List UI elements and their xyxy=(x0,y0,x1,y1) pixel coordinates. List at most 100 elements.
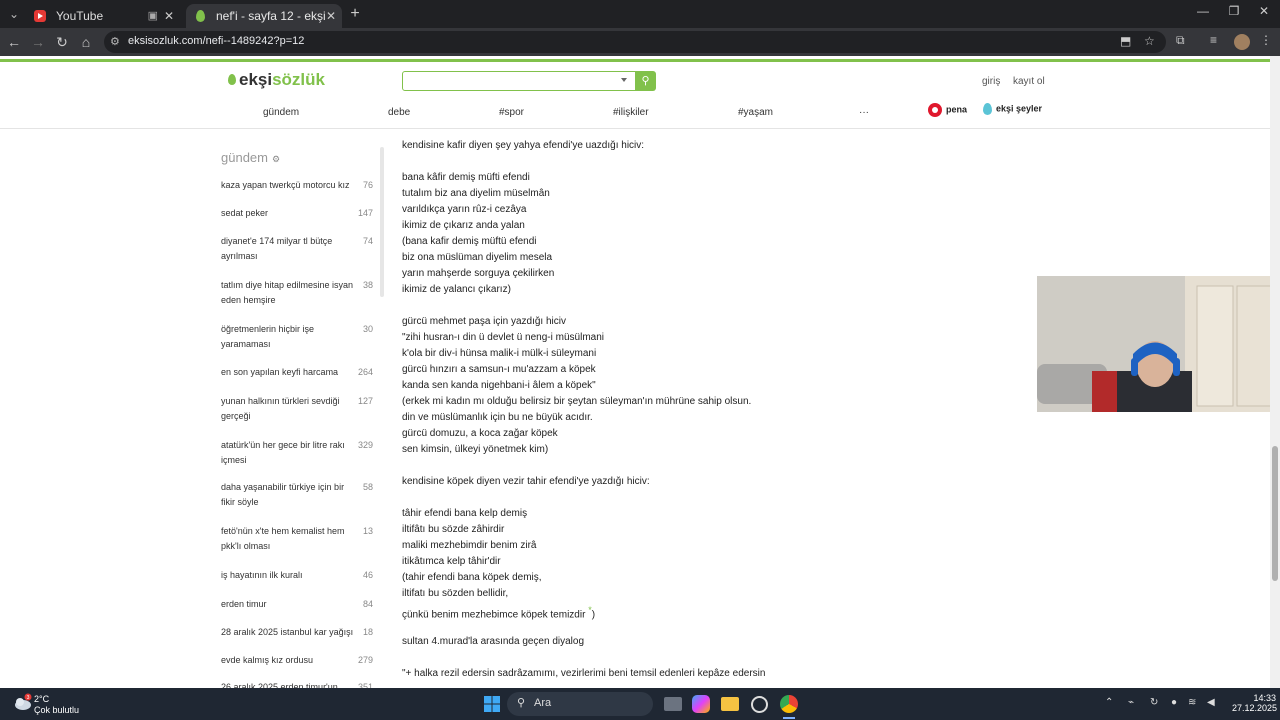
entry-line-text: kendisine köpek diyen vezir tahir efendi… xyxy=(402,476,650,487)
close-tab-icon[interactable]: ✕ xyxy=(326,4,336,28)
gundem-item[interactable]: atatürk'ün her gece bir litre rakı içmes… xyxy=(221,438,381,468)
search-icon: ⚲ xyxy=(641,75,650,87)
sync-icon[interactable]: ↻ xyxy=(1150,697,1158,708)
close-tab-icon[interactable]: ✕ xyxy=(164,4,174,28)
reading-list-icon[interactable]: ≡ xyxy=(1210,33,1217,47)
extensions-icon[interactable]: ⧉ xyxy=(1176,33,1185,48)
nav-iliskiler[interactable]: #ilişkiler xyxy=(613,107,649,118)
entry-line xyxy=(402,650,822,666)
entry-line xyxy=(402,618,822,634)
gundem-item[interactable]: tatlım diye hitap edilmesine isyan eden … xyxy=(221,278,381,308)
entry-line: (erkek mi kadın mı olduğu belirsiz bir ş… xyxy=(402,394,822,410)
entry-line-text: iltifatı bu sözden bellidir, xyxy=(402,588,509,599)
brand-line xyxy=(0,59,1270,62)
sidebar-scrollbar[interactable] xyxy=(380,147,384,297)
profile-avatar[interactable] xyxy=(1234,34,1250,50)
gundem-item[interactable]: kaza yapan twerkçü motorcu kız 76 xyxy=(221,178,381,193)
gundem-item-count: 74 xyxy=(362,236,373,246)
home-icon[interactable]: ⌂ xyxy=(76,32,96,52)
taskbar-clock[interactable]: 14:33 27.12.2025 xyxy=(1232,693,1278,713)
nav-debe[interactable]: debe xyxy=(388,107,410,118)
entry-line: "zihi husran-ı din ü devlet ü neng-i müs… xyxy=(402,330,822,346)
forward-icon[interactable]: → xyxy=(28,32,48,52)
clock-app-icon[interactable] xyxy=(751,696,768,713)
gundem-item-title: diyanet'e 174 milyar tl bütçe ayrılması xyxy=(221,236,333,261)
gundem-item[interactable]: en son yapılan keyfi harcama 264 xyxy=(221,365,381,380)
sidebar-title[interactable]: gündem ⚙ xyxy=(221,150,280,165)
search-button[interactable]: ⚲ xyxy=(635,71,656,91)
gundem-item[interactable]: erden timur 84 xyxy=(221,597,381,612)
login-link[interactable]: giriş xyxy=(982,76,1000,87)
logo-text-sozluk: sözlük xyxy=(272,70,325,89)
chevron-down-icon[interactable] xyxy=(621,78,627,82)
microphone-icon[interactable]: ● xyxy=(1171,697,1177,708)
close-window-icon[interactable]: ✕ xyxy=(1254,4,1274,18)
windows-start-icon[interactable] xyxy=(483,695,501,713)
entry-line-text: sultan 4.murad'la arasında geçen diyalog xyxy=(402,636,585,647)
nav-more[interactable]: ··· xyxy=(859,107,869,118)
entry-line xyxy=(402,154,822,170)
gear-icon[interactable]: ⚙ xyxy=(272,154,280,164)
entry-line: bana kâfir demiş müfti efendi xyxy=(402,170,822,186)
entry-line: ikimiz de çıkarız anda yalan xyxy=(402,218,822,234)
gundem-item[interactable]: yunan halkının türkleri sevdiği gerçeği 1… xyxy=(221,394,381,424)
menu-dots-icon[interactable]: ⋮ xyxy=(1260,33,1272,47)
restore-icon[interactable]: ❐ xyxy=(1224,4,1244,18)
minimize-icon[interactable]: — xyxy=(1193,4,1213,18)
network-off-icon[interactable]: ⌁ xyxy=(1128,697,1134,708)
gundem-item[interactable]: evde kalmış kız ordusu 279 xyxy=(221,653,381,668)
gundem-item[interactable]: sedat peker 147 xyxy=(221,206,381,221)
chevron-up-icon[interactable]: ⌃ xyxy=(1105,697,1113,708)
tab-search-button[interactable]: ⌄ xyxy=(4,4,24,24)
taskbar-search[interactable]: ⚲ Ara xyxy=(507,692,653,716)
task-view-icon[interactable] xyxy=(664,697,682,711)
site-info-icon[interactable]: ⚙ xyxy=(110,35,120,48)
entry-line-text: gürcü mehmet paşa için yazdığı hiciv xyxy=(402,316,566,327)
address-bar[interactable]: ⚙ eksisozluk.com/nefi--1489242?p=12 ⬒ ☆ xyxy=(104,31,1166,53)
gundem-item-title: 26 aralık 2025 erden timur'un xyxy=(221,682,338,688)
nav-spor[interactable]: #spor xyxy=(499,107,524,118)
gundem-item[interactable]: 26 aralık 2025 erden timur'un 351 xyxy=(221,680,381,688)
gundem-item[interactable]: daha yaşanabilir türkiye için bir fikir … xyxy=(221,480,381,510)
gundem-item[interactable]: fetö'nün x'te hem kemalist hem pkk'lı ol… xyxy=(221,524,381,554)
file-explorer-icon[interactable] xyxy=(721,697,739,711)
eksi-logo[interactable]: ekşisözlük xyxy=(228,70,325,90)
gundem-item[interactable]: iş hayatının ilk kuralı 46 xyxy=(221,568,381,583)
cloud-weather-icon[interactable]: 3 xyxy=(12,693,32,713)
chrome-icon[interactable] xyxy=(780,695,798,713)
gundem-item-title: evde kalmış kız ordusu xyxy=(221,655,314,665)
reload-icon[interactable]: ↻ xyxy=(52,32,72,52)
search-input[interactable] xyxy=(402,71,636,91)
search-label: Ara xyxy=(534,697,552,709)
clock-date: 27.12.2025 xyxy=(1232,703,1278,713)
back-icon[interactable]: ← xyxy=(4,32,24,52)
entry-line xyxy=(402,458,822,474)
nav-yasam[interactable]: #yaşam xyxy=(738,107,773,118)
new-tab-button[interactable]: + xyxy=(345,4,365,24)
tab-eksi[interactable]: nef'i - sayfa 12 - ekşi sözlük ✕ xyxy=(186,4,342,47)
gundem-item-title: 28 aralık 2025 istanbul kar yağışı xyxy=(221,627,354,637)
gundem-item[interactable]: 28 aralık 2025 istanbul kar yağışı 18 xyxy=(221,625,381,640)
gundem-item[interactable]: diyanet'e 174 milyar tl bütçe ayrılması 7… xyxy=(221,234,381,264)
bookmark-star-icon[interactable]: ☆ xyxy=(1144,34,1155,48)
nav-gundem[interactable]: gündem xyxy=(263,107,299,118)
tab-youtube[interactable]: YouTube ▣ ✕ xyxy=(26,4,180,28)
media-icon[interactable]: ▣ xyxy=(148,4,158,28)
url-text[interactable]: eksisozluk.com/nefi--1489242?p=12 xyxy=(128,35,304,47)
logo-text-eksi: ekşi xyxy=(239,70,273,89)
entry-line: iltifatı bu sözden bellidir, xyxy=(402,586,822,602)
gundem-item-count: 76 xyxy=(362,180,373,190)
entry-line: (bana kafir demiş müftü efendi xyxy=(402,234,822,250)
entry-line-text: ikimiz de yalancı çıkarız) xyxy=(402,284,511,295)
volume-icon[interactable]: ◀ xyxy=(1207,697,1215,708)
pena-link[interactable]: pena xyxy=(928,103,967,117)
eksi-seyler-link[interactable]: ekşi şeyler xyxy=(983,103,1042,115)
gundem-item-count: 58 xyxy=(362,482,373,492)
gundem-item[interactable]: öğretmenlerin hiçbir işe yaramaması 30 xyxy=(221,322,381,352)
wifi-icon[interactable]: ≋ xyxy=(1188,697,1196,708)
install-app-icon[interactable]: ⬒ xyxy=(1120,34,1131,48)
page-scrollbar[interactable] xyxy=(1270,56,1280,688)
scrollbar-thumb[interactable] xyxy=(1272,446,1278,581)
register-link[interactable]: kayıt ol xyxy=(1013,76,1045,87)
copilot-icon[interactable] xyxy=(692,695,710,713)
